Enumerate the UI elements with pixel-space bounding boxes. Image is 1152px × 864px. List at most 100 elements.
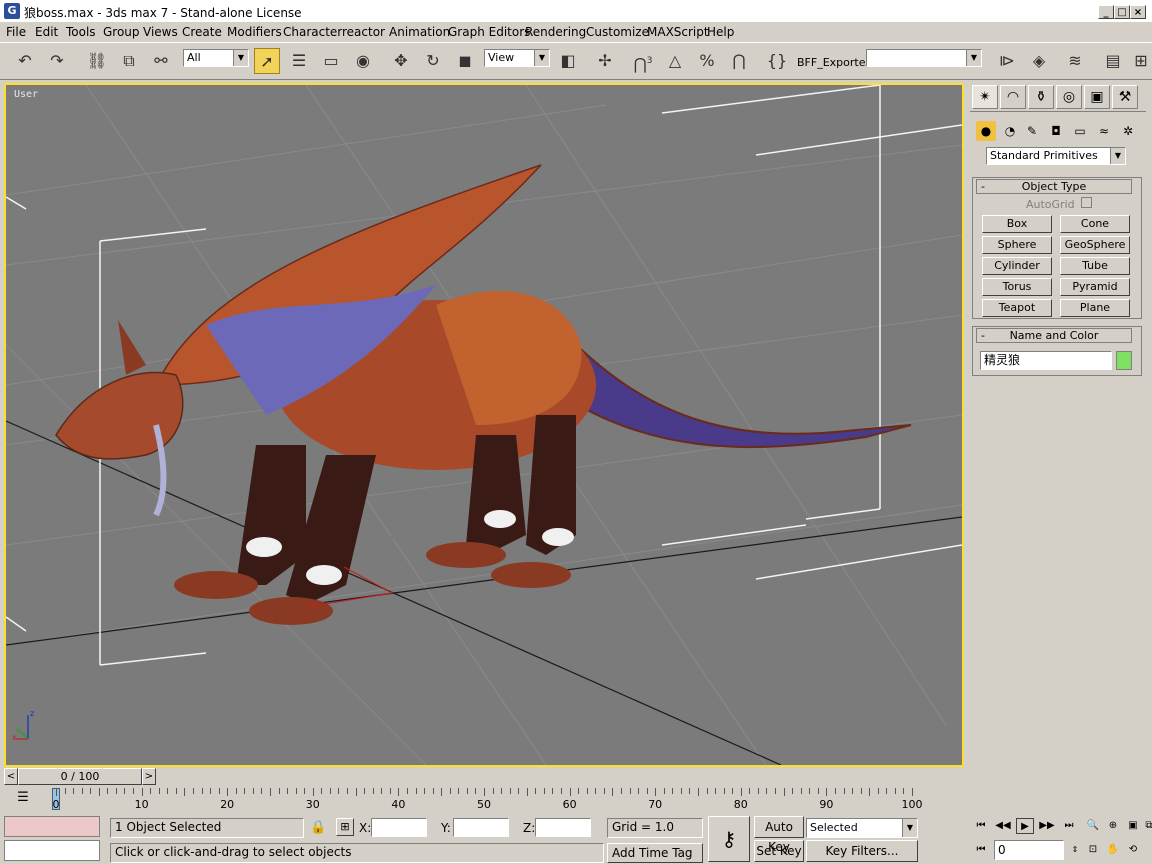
object-category-dropdown[interactable]: Standard Primitives ▼ [986, 147, 1126, 165]
track-bar[interactable]: ☰ 0 10 20 30 40 50 60 70 80 90 100 [0, 786, 968, 814]
geosphere-button[interactable]: GeoSphere [1060, 236, 1130, 254]
select-and-scale-icon[interactable]: ◼ [452, 48, 478, 74]
select-by-name-icon[interactable]: ☰ [286, 48, 312, 74]
named-selection-set-dropdown[interactable]: ▼ [866, 49, 982, 67]
menu-file[interactable]: File [6, 25, 26, 39]
frame-spinner-icon[interactable]: ⇕ [1066, 842, 1084, 858]
prev-frame-button[interactable]: < [4, 768, 18, 785]
maximize-viewport-icon[interactable]: ⧉ [1140, 818, 1152, 834]
select-and-rotate-icon[interactable]: ↻ [420, 48, 446, 74]
menu-help[interactable]: Help [707, 25, 734, 39]
rectangular-selection-icon[interactable]: ▭ [318, 48, 344, 74]
auto-key-button[interactable]: Auto Key [754, 816, 804, 854]
angle-snap-icon[interactable]: △ [662, 48, 688, 74]
align-icon[interactable]: ◈ [1026, 48, 1052, 74]
menu-reactor[interactable]: reactor [342, 25, 385, 39]
maximize-icon[interactable]: □ [1114, 5, 1130, 19]
create-icon[interactable]: ✴ [972, 85, 998, 109]
maxscript-listener-pink[interactable] [4, 816, 100, 837]
menu-character[interactable]: Character [283, 25, 342, 39]
mirror-icon[interactable]: ⧐ [994, 48, 1020, 74]
percent-snap-icon[interactable]: % [694, 48, 720, 74]
select-object-icon[interactable]: ➚ [254, 48, 280, 74]
torus-button[interactable]: Torus [982, 278, 1052, 296]
previous-frame-icon[interactable]: ◀◀ [994, 818, 1012, 834]
select-and-link-icon[interactable]: ⛓ [84, 48, 110, 74]
sphere-button[interactable]: Sphere [982, 236, 1052, 254]
motion-icon[interactable]: ◎ [1056, 85, 1082, 109]
menu-modifiers[interactable]: Modifiers [227, 25, 282, 39]
wolf-model[interactable] [55, 164, 912, 625]
object-name-input[interactable]: 精灵狼 [980, 351, 1112, 370]
systems-icon[interactable]: ✲ [1118, 121, 1138, 141]
undo-icon[interactable]: ↶ [12, 48, 38, 74]
menu-customize[interactable]: Customize [586, 25, 649, 39]
x-coord-input[interactable] [371, 818, 427, 837]
field-of-view-icon[interactable]: ⊡ [1084, 842, 1102, 858]
utilities-icon[interactable]: ⚒ [1112, 85, 1138, 109]
next-frame-button[interactable]: > [142, 768, 156, 785]
name-color-header[interactable]: - Name and Color [976, 328, 1132, 343]
shapes-icon[interactable]: ◔ [1000, 121, 1020, 141]
arc-rotate-icon[interactable]: ⟲ [1124, 842, 1142, 858]
key-mode-dropdown[interactable]: Selected ▼ [806, 818, 918, 838]
pyramid-button[interactable]: Pyramid [1060, 278, 1130, 296]
edit-named-selections-icon[interactable]: {} [764, 48, 790, 74]
menu-views[interactable]: Views [143, 25, 178, 39]
viewport-user[interactable]: User z x y [4, 83, 964, 767]
geometry-icon[interactable]: ● [976, 121, 996, 141]
tube-button[interactable]: Tube [1060, 257, 1130, 275]
object-color-swatch[interactable] [1116, 351, 1132, 370]
maxscript-listener-white[interactable] [4, 840, 100, 861]
spinner-snap-icon[interactable]: ⋂ [726, 48, 752, 74]
add-time-tag-button[interactable]: Add Time Tag [607, 843, 703, 863]
menu-group[interactable]: Group [103, 25, 140, 39]
menu-tools[interactable]: Tools [66, 25, 96, 39]
box-button[interactable]: Box [982, 215, 1052, 233]
autogrid-checkbox[interactable] [1081, 197, 1092, 208]
play-icon[interactable]: ▶ [1016, 818, 1034, 834]
cone-button[interactable]: Cone [1060, 215, 1130, 233]
lights-icon[interactable]: ✎ [1022, 121, 1042, 141]
time-slider[interactable]: < 0 / 100 > [4, 768, 964, 785]
next-frame-icon[interactable]: ▶▶ [1038, 818, 1056, 834]
zoom-all-icon[interactable]: ⊕ [1104, 818, 1122, 834]
key-icon[interactable]: ⚷ [708, 816, 750, 862]
modify-icon[interactable]: ◠ [1000, 85, 1026, 109]
object-type-header[interactable]: - Object Type [976, 179, 1132, 194]
bind-space-warp-icon[interactable]: ⚯ [148, 48, 174, 74]
curve-editor-icon[interactable]: ▤ [1100, 48, 1126, 74]
key-mode-toggle-icon[interactable]: ⏮ [972, 842, 990, 858]
reference-coord-dropdown[interactable]: View ▼ [484, 49, 550, 67]
time-slider-thumb[interactable]: 0 / 100 [18, 768, 142, 785]
exporter-label[interactable]: BFF_Exporter [797, 56, 870, 69]
key-filters-button[interactable]: Key Filters... [806, 840, 918, 862]
go-to-end-icon[interactable]: ⏭ [1060, 818, 1078, 834]
menu-animation[interactable]: Animation [389, 25, 450, 39]
menu-graph-editors[interactable]: Graph Editors [448, 25, 530, 39]
cylinder-button[interactable]: Cylinder [982, 257, 1052, 275]
selection-filter-dropdown[interactable]: All ▼ [183, 49, 249, 67]
menu-rendering[interactable]: Rendering [525, 25, 586, 39]
lock-icon[interactable]: 🔒 [310, 820, 326, 835]
current-frame-input[interactable]: 0 [994, 840, 1064, 860]
space-warps-icon[interactable]: ≈ [1094, 121, 1114, 141]
window-crossing-icon[interactable]: ◉ [350, 48, 376, 74]
redo-icon[interactable]: ↷ [44, 48, 70, 74]
minimize-icon[interactable]: _ [1098, 5, 1114, 19]
go-to-start-icon[interactable]: ⏮ [972, 818, 990, 834]
display-icon[interactable]: ▣ [1084, 85, 1110, 109]
pan-icon[interactable]: ✋ [1104, 842, 1122, 858]
hierarchy-icon[interactable]: ⚱ [1028, 85, 1054, 109]
set-key-button[interactable]: Set Key [754, 840, 804, 862]
snap-toggle-icon[interactable]: ⋂3 [630, 48, 656, 74]
manipulate-icon[interactable]: ✢ [592, 48, 618, 74]
menu-edit[interactable]: Edit [35, 25, 58, 39]
helpers-icon[interactable]: ▭ [1070, 121, 1090, 141]
teapot-button[interactable]: Teapot [982, 299, 1052, 317]
zoom-icon[interactable]: 🔍 [1084, 818, 1102, 834]
pivot-center-icon[interactable]: ◧ [555, 48, 581, 74]
menu-create[interactable]: Create [182, 25, 222, 39]
close-icon[interactable]: × [1130, 5, 1146, 19]
y-coord-input[interactable] [453, 818, 509, 837]
